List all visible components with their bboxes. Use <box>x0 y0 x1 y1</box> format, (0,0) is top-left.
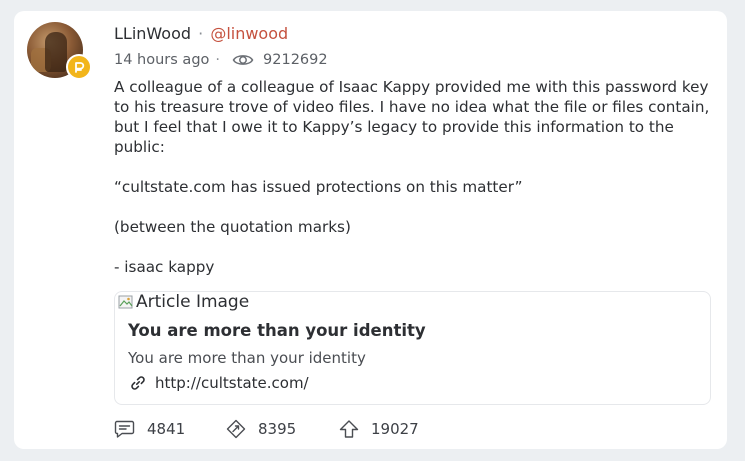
article-image-alt-text: Article Image <box>136 292 250 312</box>
upvote-button[interactable]: 19027 <box>339 419 419 439</box>
comment-icon <box>114 419 135 439</box>
verified-badge-icon <box>66 54 92 80</box>
body-paragraph: - isaac kappy <box>114 258 215 276</box>
link-url-row[interactable]: http://cultstate.com/ <box>130 374 309 392</box>
repost-icon <box>226 419 246 439</box>
comment-button[interactable]: 4841 <box>114 419 226 439</box>
chain-link-icon <box>130 375 146 391</box>
body-paragraph: A colleague of a colleague of Isaac Kapp… <box>114 78 710 156</box>
author-handle[interactable]: @linwood <box>210 24 288 43</box>
post-meta: 14 hours ago · 9212692 <box>114 50 328 70</box>
repost-button[interactable]: 8395 <box>226 419 339 439</box>
meta-separator: · <box>215 52 221 68</box>
link-title[interactable]: You are more than your identity <box>128 321 426 340</box>
link-preview-card[interactable]: Article Image You are more than your ide… <box>114 291 711 405</box>
body-paragraph: “cultstate.com has issued protections on… <box>114 178 523 196</box>
action-bar: 4841 8395 19027 <box>114 419 419 439</box>
repost-count: 8395 <box>258 420 297 438</box>
article-image[interactable]: Article Image <box>118 292 249 312</box>
post-header: LLinWood · @linwood <box>114 23 288 45</box>
link-description: You are more than your identity <box>128 349 366 367</box>
eye-icon <box>232 52 254 68</box>
body-paragraph: (between the quotation marks) <box>114 218 351 236</box>
header-separator: · <box>198 24 204 43</box>
comment-count: 4841 <box>147 420 186 438</box>
author-name[interactable]: LLinWood <box>114 24 191 43</box>
post-body: A colleague of a colleague of Isaac Kapp… <box>114 77 719 277</box>
avatar-figure-rider <box>45 32 67 72</box>
broken-image-icon <box>118 294 134 310</box>
link-url[interactable]: http://cultstate.com/ <box>155 374 309 392</box>
post-card: LLinWood · @linwood 14 hours ago · 92126… <box>14 11 727 449</box>
upvote-count: 19027 <box>371 420 419 438</box>
view-count: 9212692 <box>263 52 328 68</box>
upvote-icon <box>339 419 359 439</box>
timestamp[interactable]: 14 hours ago <box>114 50 209 70</box>
